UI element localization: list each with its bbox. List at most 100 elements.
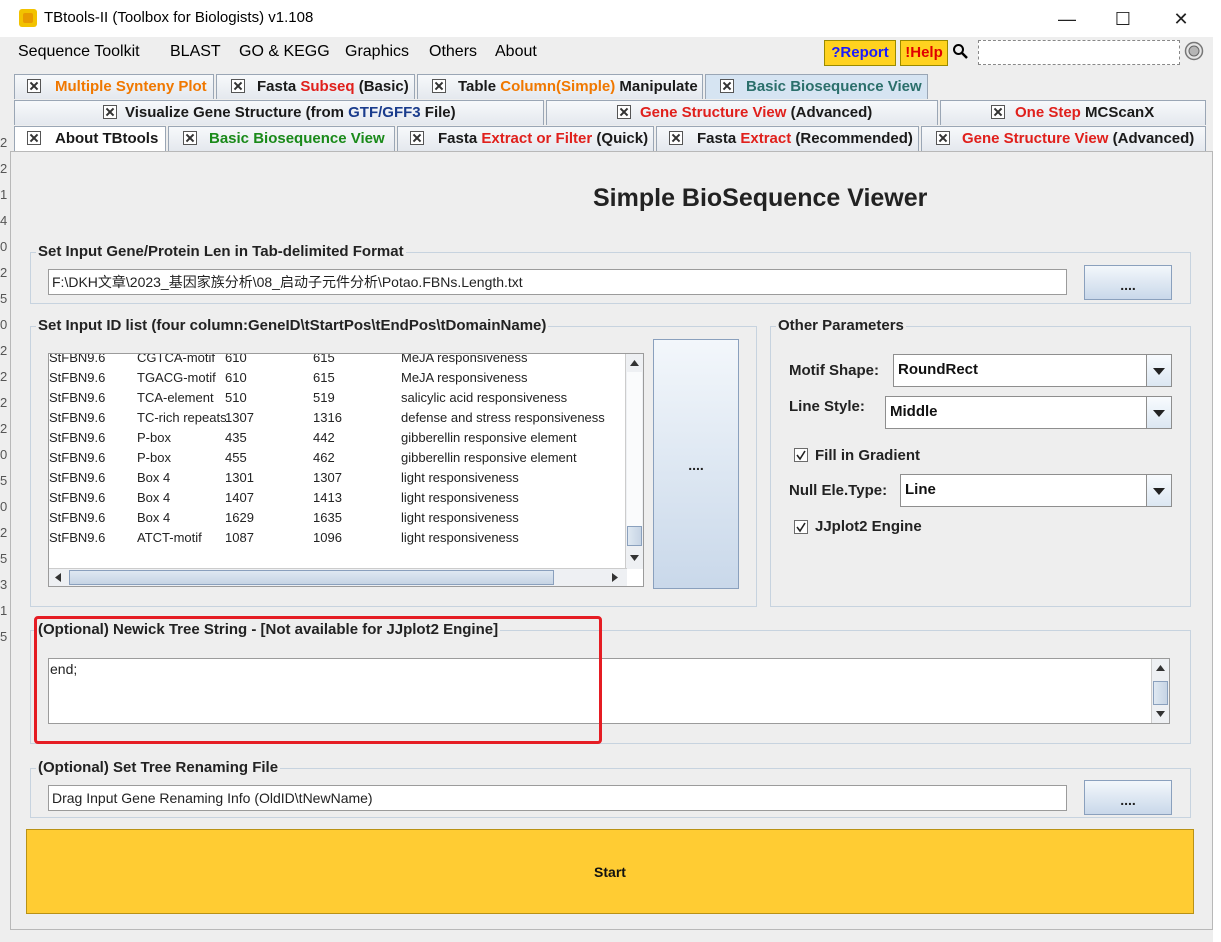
list-cell: 462 [313, 450, 335, 465]
background-digit: 5 [0, 629, 8, 644]
background-digit: 1 [0, 603, 8, 618]
null-ele-type-select[interactable]: Line [900, 474, 1172, 507]
list-cell: StFBN9.6 [49, 490, 106, 505]
jjplot2-engine-checkbox[interactable] [794, 520, 808, 534]
tab-label-highlight: Extract or Filter [481, 130, 593, 147]
tab-label-highlight: Gene Structure View [962, 130, 1109, 147]
tab-label: Fasta [697, 130, 741, 147]
chevron-down-icon[interactable] [1146, 397, 1171, 428]
help-button[interactable]: !Help [900, 40, 948, 66]
tab-basic-biosequence-view-1[interactable]: Basic Biosequence View [705, 74, 928, 99]
list-cell: StFBN9.6 [49, 450, 106, 465]
tab-multiple-synteny-plot[interactable]: Multiple Synteny Plot [14, 74, 214, 99]
close-tab-icon[interactable] [936, 131, 950, 145]
scroll-down-arrow-icon[interactable] [1155, 710, 1166, 718]
horizontal-scroll-thumb[interactable] [69, 570, 554, 585]
close-tab-icon[interactable] [669, 131, 683, 145]
rename-file-group-title: (Optional) Set Tree Renaming File [36, 759, 281, 776]
settings-circle-icon[interactable] [1184, 41, 1204, 61]
tab-label-highlight: Gene Structure View [640, 104, 787, 121]
list-cell: 1635 [313, 510, 342, 525]
scroll-up-arrow-icon[interactable] [629, 359, 640, 367]
length-file-input[interactable]: F:\DKH文章\2023_基因家族分析\08_启动子元件分析\Potao.FB… [48, 269, 1067, 295]
menu-blast[interactable]: BLAST [170, 43, 221, 61]
tab-table-column-manipulate[interactable]: Table Column(Simple) Manipulate [417, 74, 703, 99]
menu-graphics[interactable]: Graphics [345, 43, 409, 61]
tab-visualize-gene-structure[interactable]: Visualize Gene Structure (from GTF/GFF3 … [14, 100, 544, 125]
id-list-textarea[interactable]: StFBN9.6 CGTCA-motif 610 615 MeJA responsive… [48, 353, 644, 587]
list-cell: MeJA responsiveness [401, 353, 528, 365]
menu-others[interactable]: Others [429, 43, 477, 61]
maximize-button[interactable]: ☐ [1100, 4, 1146, 34]
motif-shape-select[interactable]: RoundRect [893, 354, 1172, 387]
menu-go-kegg[interactable]: GO & KEGG [239, 43, 330, 61]
vertical-scrollbar[interactable] [625, 354, 643, 569]
id-list-group-title: Set Input ID list (four column:GeneID\tS… [36, 317, 549, 334]
close-tab-icon[interactable] [720, 79, 734, 93]
list-cell: gibberellin responsive element [401, 450, 577, 465]
close-tab-icon[interactable] [103, 105, 117, 119]
minimize-button[interactable]: — [1044, 4, 1090, 34]
tab-label-highlight: Extract [740, 130, 792, 147]
vertical-scroll-track[interactable] [627, 372, 642, 526]
id-list-browse-button[interactable]: .... [653, 339, 739, 589]
tab-gene-structure-view-advanced-1[interactable]: Gene Structure View (Advanced) [546, 100, 938, 125]
list-cell: StFBN9.6 [49, 530, 106, 545]
tab-one-step-mcscanx[interactable]: One Step MCScanX [940, 100, 1206, 125]
tab-gene-structure-view-advanced-2[interactable]: Gene Structure View (Advanced) [921, 126, 1206, 151]
tab-fasta-subseq[interactable]: Fasta Subseq (Basic) [216, 74, 415, 99]
background-digit: 5 [0, 473, 8, 488]
menu-sequence-toolkit[interactable]: Sequence Toolkit [18, 43, 140, 61]
fill-gradient-checkbox[interactable] [794, 448, 808, 462]
tree-scroll-thumb[interactable] [1153, 681, 1168, 705]
tab-label-highlight: Basic Biosequence View [209, 130, 385, 147]
list-item: StFBN9.6 ATCT-motif 1087 1096 light responsi… [49, 528, 629, 548]
start-button[interactable]: Start [26, 829, 1194, 914]
background-digit: 2 [0, 525, 8, 540]
close-tab-icon[interactable] [617, 105, 631, 119]
tab-label: About TBtools [55, 130, 159, 147]
tab-label-suffix: (Quick) [592, 130, 649, 147]
vertical-scroll-thumb[interactable] [627, 526, 642, 546]
scroll-left-arrow-icon[interactable] [54, 572, 62, 583]
scroll-down-arrow-icon[interactable] [629, 554, 640, 562]
tab-fasta-extract-filter[interactable]: Fasta Extract or Filter (Quick) [397, 126, 654, 151]
rename-file-browse-button[interactable]: .... [1084, 780, 1172, 815]
tab-basic-biosequence-view-2[interactable]: Basic Biosequence View [168, 126, 395, 151]
line-style-select[interactable]: Middle [885, 396, 1172, 429]
list-item: StFBN9.6 Box 4 1407 1413 light responsivenes… [49, 488, 629, 508]
list-cell: light responsiveness [401, 490, 519, 505]
close-tab-icon[interactable] [27, 79, 41, 93]
search-input[interactable] [978, 40, 1180, 65]
checkmark-icon [796, 522, 806, 533]
scroll-up-arrow-icon[interactable] [1155, 664, 1166, 672]
close-tab-icon[interactable] [231, 79, 245, 93]
list-cell: light responsiveness [401, 470, 519, 485]
rename-file-input[interactable]: Drag Input Gene Renaming Info (OldID\tNe… [48, 785, 1067, 811]
tab-about-tbtools[interactable]: About TBtools [14, 126, 166, 151]
close-tab-icon[interactable] [432, 79, 446, 93]
close-tab-icon[interactable] [27, 131, 41, 145]
close-tab-icon[interactable] [183, 131, 197, 145]
tree-vertical-scrollbar[interactable] [1151, 659, 1169, 723]
menu-about[interactable]: About [495, 43, 537, 61]
list-cell: P-box [137, 430, 171, 445]
close-tab-icon[interactable] [991, 105, 1005, 119]
list-cell: 442 [313, 430, 335, 445]
close-button[interactable]: ✕ [1158, 4, 1204, 34]
list-cell: 1407 [225, 490, 254, 505]
chevron-down-icon[interactable] [1146, 355, 1171, 386]
tab-label-highlight: Multiple Synteny Plot [55, 78, 207, 95]
chevron-down-icon[interactable] [1146, 475, 1171, 506]
horizontal-scrollbar[interactable] [49, 568, 627, 586]
report-button[interactable]: ?Report [824, 40, 896, 66]
page-title: Simple BioSequence Viewer [593, 184, 928, 212]
scroll-right-arrow-icon[interactable] [611, 572, 619, 583]
length-file-browse-button[interactable]: .... [1084, 265, 1172, 300]
list-cell: StFBN9.6 [49, 430, 106, 445]
close-tab-icon[interactable] [410, 131, 424, 145]
tab-label-highlight: One Step [1015, 104, 1081, 121]
tab-fasta-extract-recommended[interactable]: Fasta Extract (Recommended) [656, 126, 919, 151]
list-cell: 615 [313, 370, 335, 385]
background-digit: 2 [0, 135, 8, 150]
